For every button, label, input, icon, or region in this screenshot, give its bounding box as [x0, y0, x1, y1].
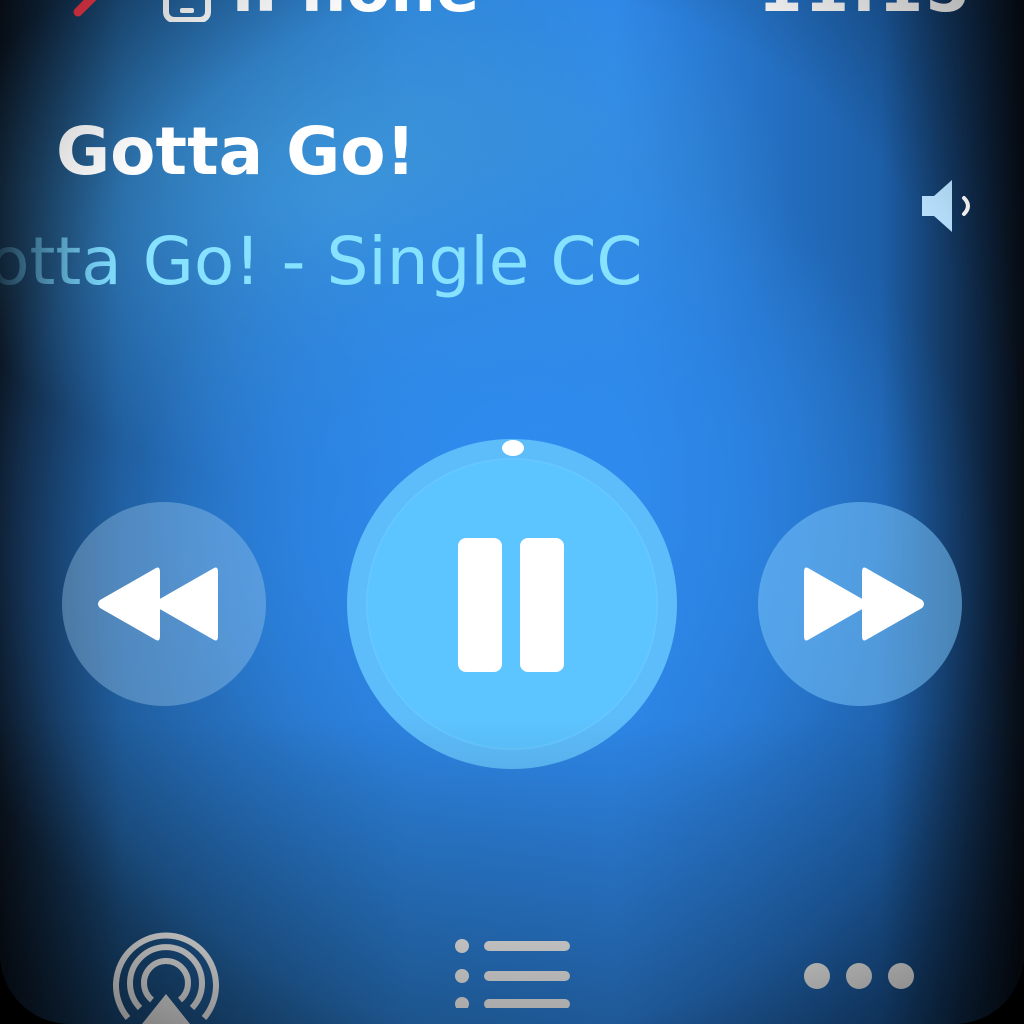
- progress-indicator: [502, 440, 524, 456]
- source-label: iPhone: [232, 0, 479, 22]
- ellipsis-icon[interactable]: [802, 956, 916, 996]
- rewind-button[interactable]: [62, 502, 266, 706]
- fast-forward-button[interactable]: [758, 502, 962, 706]
- album-subtitle: Gotta Go! - Single CC: [0, 223, 643, 300]
- status-bar: iPhone 11:15: [0, 0, 1024, 22]
- now-playing-screen: iPhone 11:15 Gotta Go! Gotta Go! - Singl…: [0, 0, 1024, 1024]
- bottom-toolbar: [0, 910, 1024, 1024]
- speaker-icon[interactable]: [918, 174, 980, 238]
- iphone-icon: [163, 0, 211, 22]
- clock-time: 11:15: [758, 0, 972, 22]
- airplay-icon[interactable]: [106, 930, 226, 1024]
- pause-icon: [458, 538, 564, 672]
- rewind-icon: [98, 567, 218, 641]
- list-icon[interactable]: [450, 938, 574, 1008]
- chevron-left-icon[interactable]: [70, 0, 110, 28]
- track-title: Gotta Go!: [56, 113, 416, 190]
- subtitle-marquee: Gotta Go! - Single CC: [0, 222, 890, 304]
- fast-forward-icon: [804, 567, 924, 641]
- pause-button[interactable]: [366, 458, 658, 750]
